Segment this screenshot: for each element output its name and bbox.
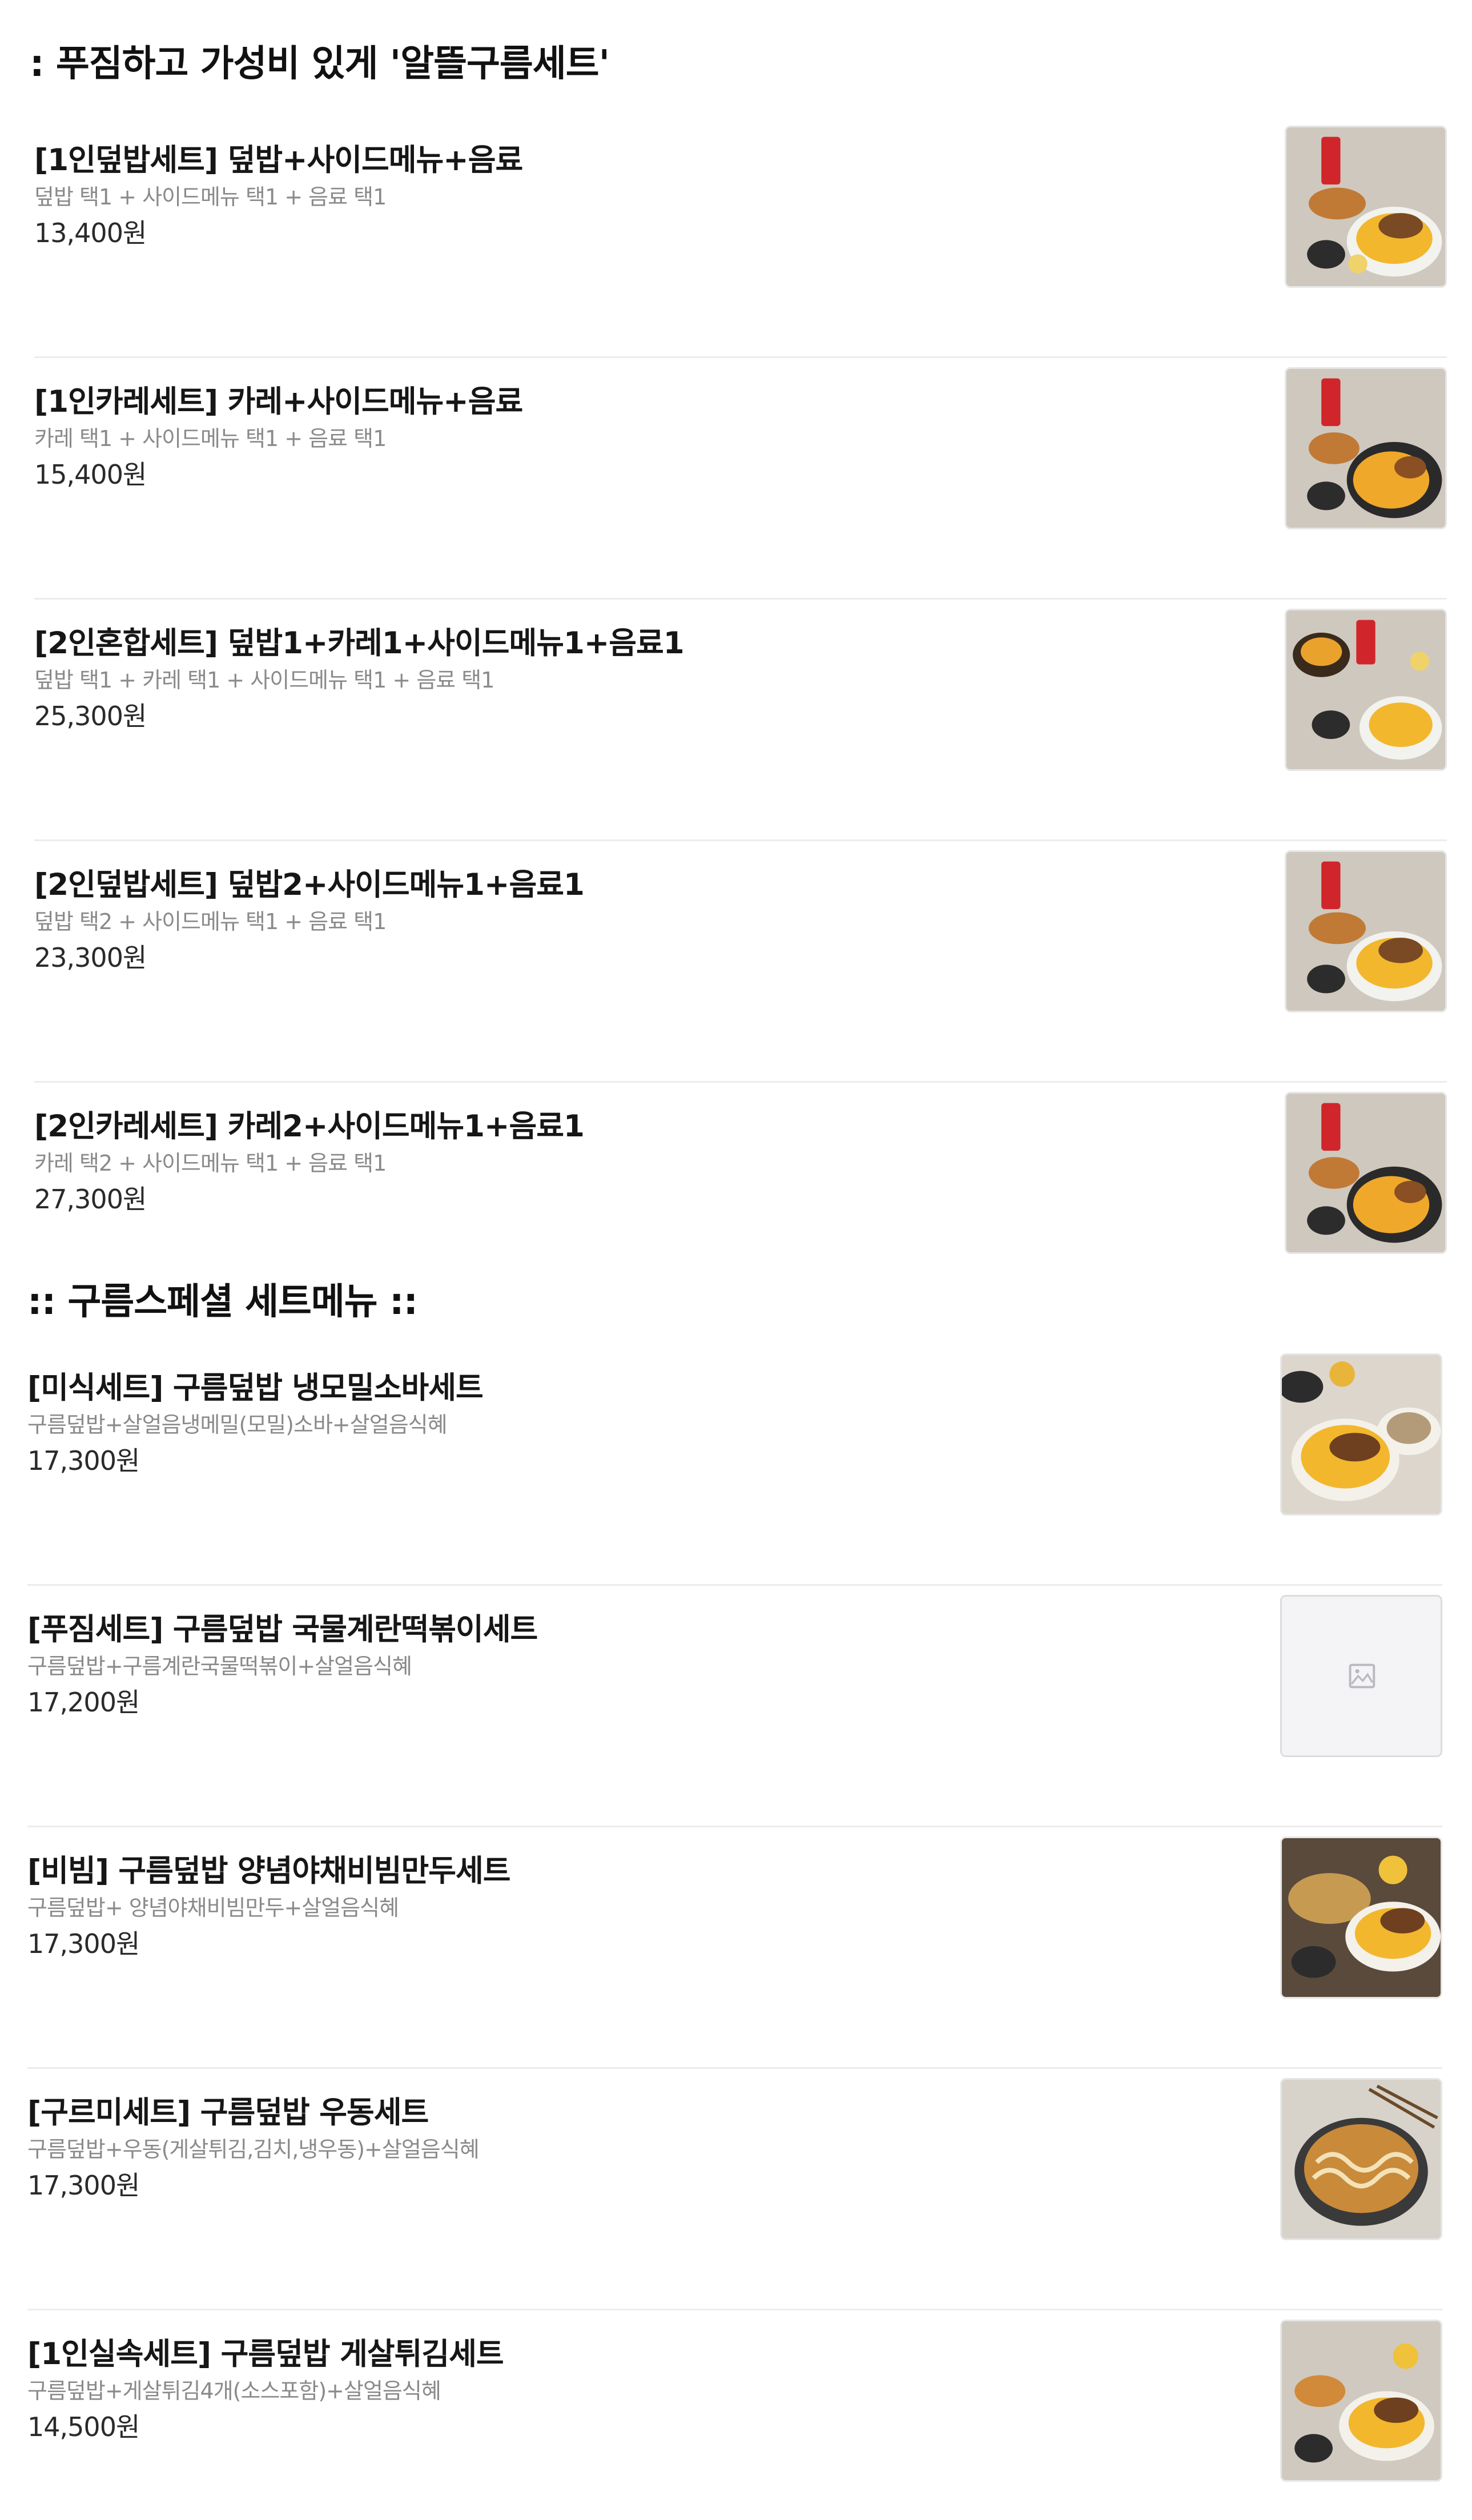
- menu-item-description: 덮밥 택1 + 카레 택1 + 사이드메뉴 택1 + 음료 택1: [34, 668, 494, 693]
- menu-item[interactable]: [푸짐세트] 구름덮밥 국물계란떡볶이세트 구름덮밥+구름계란국물떡볶이+살얼음…: [27, 1586, 1442, 1827]
- menu-item-description: 구름덮밥+구름계란국물떡볶이+살얼음식혜: [27, 1654, 412, 1679]
- menu-item-photo[interactable]: [1285, 367, 1447, 529]
- menu-item-price: 27,300원: [34, 1184, 147, 1215]
- menu-item[interactable]: [구르미세트] 구름덮밥 우동세트 구름덮밥+우동(게살튀김,김치,냉우동)+살…: [27, 2069, 1442, 2310]
- menu-item-name: [2인덮밥세트] 덮밥2+사이드메뉴1+음료1: [34, 867, 585, 902]
- menu-item-photo-placeholder[interactable]: [1280, 1595, 1442, 1757]
- menu-item-name: [1인덮밥세트] 덮밥+사이드메뉴+음료: [34, 143, 523, 178]
- menu-item-name: [미식세트] 구름덮밥 냉모밀소바세트: [27, 1370, 484, 1405]
- menu-item-price: 13,400원: [34, 218, 147, 248]
- menu-item-name: [1인카레세트] 카레+사이드메뉴+음료: [34, 384, 523, 419]
- menu-item-price: 14,500원: [27, 2412, 140, 2442]
- menu-item-photo[interactable]: [1285, 1092, 1447, 1254]
- menu-item-name: [1인실속세트] 구름덮밥 게살튀김세트: [27, 2337, 504, 2372]
- menu-item-description: 구름덮밥+살얼음냉메밀(모밀)소바+살얼음식혜: [27, 1412, 448, 1437]
- menu-item-photo[interactable]: [1280, 1353, 1442, 1516]
- section-title: :: 구름스페셜 세트메뉴 ::: [27, 1281, 418, 1323]
- menu-item-description: 카레 택2 + 사이드메뉴 택1 + 음료 택1: [34, 1151, 387, 1176]
- menu-item-description: 덮밥 택1 + 사이드메뉴 택1 + 음료 택1: [34, 184, 387, 210]
- menu-item-price: 17,300원: [27, 1445, 140, 1476]
- menu-item-photo[interactable]: [1280, 1836, 1442, 1999]
- menu-item-photo[interactable]: [1285, 609, 1447, 771]
- menu-item-name: [2인카레세트] 카레2+사이드메뉴1+음료1: [34, 1109, 585, 1144]
- menu-item[interactable]: [1인카레세트] 카레+사이드메뉴+음료 카레 택1 + 사이드메뉴 택1 + …: [34, 358, 1447, 600]
- menu-item-price: 17,300원: [27, 2170, 140, 2201]
- menu-item-price: 17,200원: [27, 1687, 140, 1718]
- menu-item-name: [푸짐세트] 구름덮밥 국물계란떡볶이세트: [27, 1612, 538, 1647]
- menu-item-description: 구름덮밥+게살튀김4개(소스포함)+살얼음식혜: [27, 2378, 441, 2404]
- section-title: : 푸짐하고 가성비 있게 '알뜰구름세트': [30, 43, 610, 85]
- menu-item-name: [비빔] 구름덮밥 양념야채비빔만두세트: [27, 1854, 511, 1888]
- menu-item-photo[interactable]: [1280, 2078, 1442, 2240]
- menu-item[interactable]: [1인실속세트] 구름덮밥 게살튀김세트 구름덮밥+게살튀김4개(소스포함)+살…: [27, 2310, 1442, 2520]
- image-placeholder-icon: [1282, 1597, 1441, 1755]
- menu-item-price: 25,300원: [34, 701, 147, 732]
- menu-item-description: 카레 택1 + 사이드메뉴 택1 + 음료 택1: [34, 426, 387, 451]
- menu-item-photo[interactable]: [1280, 2320, 1442, 2482]
- menu-item-description: 덮밥 택2 + 사이드메뉴 택1 + 음료 택1: [34, 909, 387, 934]
- menu-item[interactable]: [2인카레세트] 카레2+사이드메뉴1+음료1 카레 택2 + 사이드메뉴 택1…: [34, 1083, 1447, 1254]
- menu-item[interactable]: [미식세트] 구름덮밥 냉모밀소바세트 구름덮밥+살얼음냉메밀(모밀)소바+살얼…: [27, 1344, 1442, 1586]
- menu-item[interactable]: [비빔] 구름덮밥 양념야채비빔만두세트 구름덮밥+ 양념야채비빔만두+살얼음식…: [27, 1827, 1442, 2069]
- menu-item-photo[interactable]: [1285, 850, 1447, 1012]
- menu-item-price: 23,300원: [34, 942, 147, 973]
- menu-item-name: [2인혼합세트] 덮밥1+카레1+사이드메뉴1+음료1: [34, 626, 685, 661]
- menu-item[interactable]: [2인덮밥세트] 덮밥2+사이드메뉴1+음료1 덮밥 택2 + 사이드메뉴 택1…: [34, 841, 1447, 1083]
- menu-item-price: 17,300원: [27, 1928, 140, 1959]
- menu-item-name: [구르미세트] 구름덮밥 우동세트: [27, 2095, 429, 2130]
- menu-item-description: 구름덮밥+우동(게살튀김,김치,냉우동)+살얼음식혜: [27, 2137, 480, 2162]
- menu-item-description: 구름덮밥+ 양념야채비빔만두+살얼음식혜: [27, 1895, 399, 1920]
- menu-item-photo[interactable]: [1285, 126, 1447, 288]
- menu-item[interactable]: [1인덮밥세트] 덮밥+사이드메뉴+음료 덮밥 택1 + 사이드메뉴 택1 + …: [34, 116, 1447, 358]
- menu-item-price: 15,400원: [34, 459, 147, 490]
- menu-item[interactable]: [2인혼합세트] 덮밥1+카레1+사이드메뉴1+음료1 덮밥 택1 + 카레 택…: [34, 600, 1447, 841]
